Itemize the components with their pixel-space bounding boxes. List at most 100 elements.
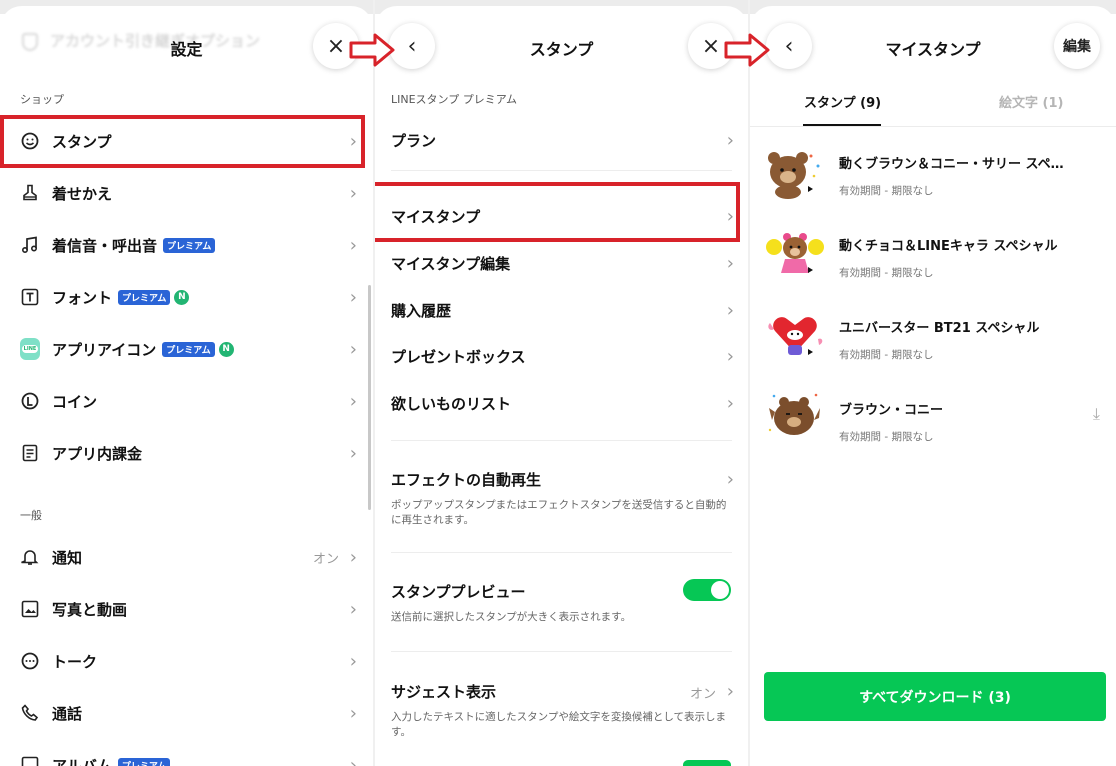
divider bbox=[391, 651, 732, 652]
tab-stickers[interactable]: スタンプ (9) bbox=[804, 92, 881, 111]
chevron-right-icon: › bbox=[726, 681, 734, 702]
item-label: 通知 bbox=[52, 548, 83, 567]
item-value: オン bbox=[312, 551, 339, 567]
red-arrow-icon bbox=[349, 33, 395, 67]
brown-cony-sticker-thumbnail bbox=[766, 390, 824, 444]
item-value: オン bbox=[689, 687, 716, 702]
stamp-item-present-box[interactable]: プレゼントボックス › bbox=[375, 346, 748, 367]
scrollbar[interactable] bbox=[368, 285, 371, 510]
new-badge: N bbox=[174, 289, 190, 305]
red-arrow-icon bbox=[724, 33, 770, 67]
stamp-item-plan[interactable]: プラン › bbox=[375, 130, 748, 151]
stamp-item-wishlist[interactable]: 欲しいものリスト › bbox=[375, 393, 748, 414]
sticker-name: 動くチョコ＆LINEキャラ スペシャル bbox=[839, 239, 1058, 254]
section-general: 一般 bbox=[20, 509, 42, 522]
item-label: プレゼントボックス bbox=[391, 348, 526, 366]
item-label: 着せかえ bbox=[52, 184, 113, 203]
highlight-box bbox=[375, 182, 740, 242]
chat-icon bbox=[20, 651, 40, 671]
item-label: アルバム bbox=[52, 756, 112, 766]
download-all-button[interactable]: すべてダウンロード (3) bbox=[764, 672, 1106, 721]
photo-icon bbox=[20, 599, 40, 619]
sticker-name: ユニバースター BT21 スペシャル bbox=[839, 321, 1040, 336]
settings-item-album[interactable]: アルバム プレミアム › bbox=[0, 739, 373, 766]
close-icon: × bbox=[326, 33, 346, 59]
next-toggle[interactable] bbox=[683, 760, 731, 766]
premium-badge: プレミアム bbox=[163, 237, 216, 253]
item-label: 着信音・呼出音 bbox=[52, 236, 158, 255]
section-premium: LINEスタンプ プレミアム bbox=[391, 93, 517, 106]
item-label: 購入履歴 bbox=[391, 302, 452, 320]
stamp-item-suggest[interactable]: サジェスト表示 オン 入力したテキストに適したスタンプや絵文字を変換候補として表… bbox=[375, 681, 748, 740]
brush-icon bbox=[20, 183, 40, 203]
settings-item-photos-videos[interactable]: 写真と動画 › bbox=[0, 583, 373, 635]
chevron-right-icon: › bbox=[349, 754, 357, 766]
item-label: 通話 bbox=[52, 704, 83, 723]
stamp-item-preview: スタンププレビュー 送信前に選択したスタンプが大きく表示されます。 bbox=[375, 579, 748, 625]
settings-item-app-icon[interactable]: LINE アプリアイコン プレミアム N › bbox=[0, 323, 373, 375]
chevron-right-icon: › bbox=[349, 338, 357, 360]
sticker-name: ブラウン・コニー bbox=[839, 403, 944, 418]
my-stamps-panel: ‹ マイスタンプ 編集 スタンプ (9) 絵文字 (1) 動くブラウン＆コニー・… bbox=[750, 0, 1116, 766]
bell-icon bbox=[20, 547, 40, 567]
chevron-right-icon: › bbox=[349, 234, 357, 256]
music-note-icon bbox=[20, 235, 40, 255]
stamp-settings-panel: ‹ スタンプ × LINEスタンプ プレミアム プラン › マイスタンプ › マ… bbox=[375, 0, 748, 766]
chevron-right-icon: › bbox=[349, 182, 357, 204]
chevron-right-icon: › bbox=[726, 469, 734, 490]
sticker-expiry: 有効期間 - 期限なし bbox=[839, 267, 934, 279]
premium-badge: プレミアム bbox=[162, 341, 215, 357]
item-description: 送信前に選択したスタンプが大きく表示されます。 bbox=[391, 611, 632, 623]
sticker-name: 動くブラウン＆コニー・サリー スペ… bbox=[839, 157, 1064, 172]
stamp-item-effect-autoplay[interactable]: エフェクトの自動再生 ポップアップスタンプまたはエフェクトスタンプを送受信すると… bbox=[375, 469, 748, 528]
highlight-box bbox=[0, 115, 365, 168]
chevron-right-icon: › bbox=[726, 130, 734, 151]
chevron-right-icon: › bbox=[349, 390, 357, 412]
settings-item-in-app-purchase[interactable]: アプリ内課金 › bbox=[0, 427, 373, 479]
settings-item-theme[interactable]: 着せかえ › bbox=[0, 167, 373, 219]
chevron-right-icon: › bbox=[349, 702, 357, 724]
chevron-right-icon: › bbox=[349, 442, 357, 464]
font-icon bbox=[20, 287, 40, 307]
sticker-expiry: 有効期間 - 期限なし bbox=[839, 349, 934, 361]
stamp-item-purchase-history[interactable]: 購入履歴 › bbox=[375, 300, 748, 321]
new-badge: N bbox=[218, 341, 234, 357]
tab-divider bbox=[750, 126, 1116, 127]
settings-item-chat[interactable]: トーク › bbox=[0, 635, 373, 687]
settings-item-coin[interactable]: コイン › bbox=[0, 375, 373, 427]
settings-item-font[interactable]: フォント プレミアム N › bbox=[0, 271, 373, 323]
item-description: ポップアップスタンプまたはエフェクトスタンプを送受信すると自動的に再生されます。 bbox=[391, 499, 727, 526]
settings-item-calls[interactable]: 通話 › bbox=[0, 687, 373, 739]
item-label: アプリアイコン bbox=[52, 340, 157, 359]
settings-item-notifications[interactable]: 通知 オン › bbox=[0, 531, 373, 583]
close-icon: × bbox=[701, 33, 721, 59]
sticker-expiry: 有効期間 - 期限なし bbox=[839, 431, 934, 443]
chevron-right-icon: › bbox=[349, 546, 357, 568]
section-shop: ショップ bbox=[20, 93, 64, 106]
coin-icon bbox=[20, 391, 40, 411]
preview-toggle[interactable] bbox=[683, 579, 731, 601]
premium-badge: プレミアム bbox=[118, 289, 171, 305]
sticker-expiry: 有効期間 - 期限なし bbox=[839, 185, 934, 197]
settings-header: アカウント引き継ぎオプション 設定 × bbox=[0, 0, 373, 90]
edit-button[interactable]: 編集 bbox=[1054, 23, 1100, 69]
line-app-icon: LINE bbox=[20, 338, 40, 360]
chevron-right-icon: › bbox=[349, 286, 357, 308]
item-label: エフェクトの自動再生 bbox=[391, 471, 542, 489]
bt21-sticker-thumbnail bbox=[766, 309, 824, 363]
stamp-header: ‹ スタンプ × bbox=[375, 0, 748, 90]
chevron-right-icon: › bbox=[349, 650, 357, 672]
settings-item-ringtone[interactable]: 着信音・呼出音 プレミアム › bbox=[0, 219, 373, 271]
premium-badge: プレミアム bbox=[117, 757, 171, 766]
item-label: 欲しいものリスト bbox=[391, 395, 512, 413]
stamp-item-edit-my-stamps[interactable]: マイスタンプ編集 › bbox=[375, 253, 748, 274]
my-stamps-header: ‹ マイスタンプ 編集 bbox=[750, 0, 1116, 90]
item-label: アプリ内課金 bbox=[52, 444, 143, 463]
item-label: 写真と動画 bbox=[52, 600, 128, 619]
chevron-right-icon: › bbox=[726, 393, 734, 414]
tab-emoji[interactable]: 絵文字 (1) bbox=[999, 92, 1063, 111]
chevron-right-icon: › bbox=[726, 346, 734, 367]
download-icon[interactable]: ⤓ bbox=[1093, 404, 1100, 424]
item-label: マイスタンプ編集 bbox=[391, 255, 511, 273]
item-label: トーク bbox=[52, 652, 98, 671]
